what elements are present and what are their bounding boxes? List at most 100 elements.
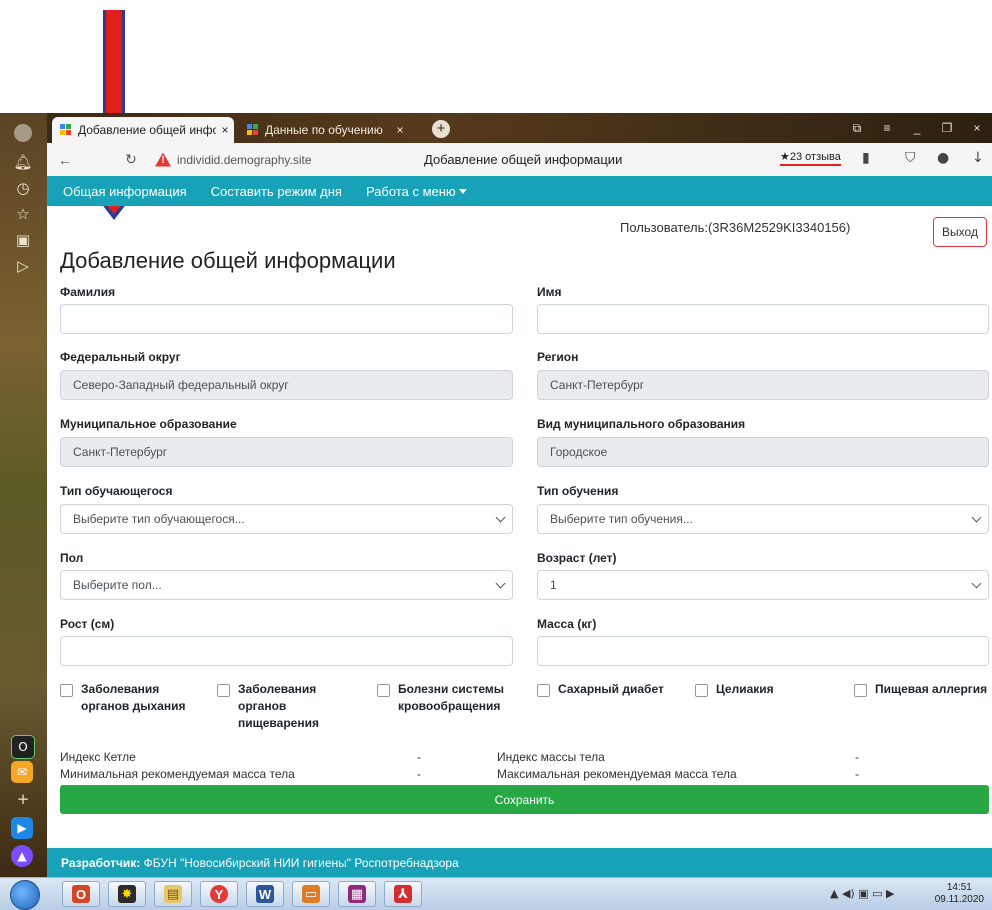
ketle-index-label: Индекс Кетле bbox=[60, 750, 136, 764]
save-button[interactable]: Сохранить bbox=[60, 785, 989, 814]
bookmarks-star-icon[interactable]: ☆ bbox=[11, 202, 35, 226]
taskbar-presentation-icon[interactable]: ▭ bbox=[292, 881, 330, 907]
checkbox-square[interactable] bbox=[695, 684, 708, 697]
site-favicon-icon bbox=[247, 124, 259, 136]
chevron-down-icon bbox=[971, 512, 982, 523]
tab-general-info[interactable]: Добавление общей инфор × bbox=[52, 117, 234, 143]
alice-voice-icon[interactable]: ▲ bbox=[11, 845, 33, 867]
address-bar: ← ↻ ! individid.demography.site Добавлен… bbox=[47, 143, 992, 177]
municipality-type-label: Вид муниципального образования bbox=[537, 417, 746, 431]
taskbar-explorer-icon[interactable]: ▤ bbox=[154, 881, 192, 907]
taskbar-archiver-icon[interactable]: ▦ bbox=[338, 881, 376, 907]
reload-icon[interactable]: ↻ bbox=[117, 151, 145, 168]
disease-checkbox-respiratory[interactable]: Заболевания органов дыхания bbox=[60, 681, 185, 715]
messenger-app-icon[interactable]: ▶ bbox=[11, 817, 33, 839]
checkbox-square[interactable] bbox=[217, 684, 230, 697]
nav-general-info[interactable]: Общая информация bbox=[63, 184, 187, 199]
collections-icon[interactable]: ▣ bbox=[11, 228, 35, 252]
nav-menu-work[interactable]: Работа с меню bbox=[366, 184, 467, 199]
tab-close-icon[interactable]: × bbox=[216, 123, 234, 137]
student-type-select[interactable]: Выберите тип обучающегося... bbox=[60, 504, 513, 534]
mail-app-icon[interactable]: ✉ bbox=[11, 761, 33, 783]
checkbox-square[interactable] bbox=[854, 684, 867, 697]
clock-time: 14:51 bbox=[946, 882, 972, 893]
checkbox-square[interactable] bbox=[377, 684, 390, 697]
tab-label: Данные по обучению bbox=[265, 123, 383, 137]
checkbox-label-line: органов bbox=[238, 699, 287, 713]
checkbox-label-line: Болезни системы bbox=[398, 682, 504, 696]
taskbar-yandex-browser-icon[interactable]: Y bbox=[200, 881, 238, 907]
protect-icon[interactable]: ⛉ bbox=[905, 150, 916, 166]
system-tray-icons[interactable]: ▲ ◀) ▣ ▭ ▶ bbox=[830, 887, 894, 900]
close-window-button[interactable]: × bbox=[962, 121, 992, 135]
region-label: Регион bbox=[537, 350, 579, 364]
chevron-down-icon bbox=[495, 512, 506, 523]
downloads-icon[interactable]: ↓ bbox=[972, 150, 984, 166]
checkbox-square[interactable] bbox=[537, 684, 550, 697]
profile-avatar-icon[interactable] bbox=[11, 121, 35, 145]
taskbar-outlook-icon[interactable]: O bbox=[62, 881, 100, 907]
taskbar-pdf-icon[interactable]: ⅄ bbox=[384, 881, 422, 907]
disease-checkbox-diabetes[interactable]: Сахарный диабет bbox=[537, 681, 664, 698]
surname-input[interactable] bbox=[60, 304, 513, 334]
add-app-icon[interactable]: + bbox=[11, 787, 35, 811]
bookmark-icon[interactable]: ▮ bbox=[862, 150, 870, 166]
minimize-button[interactable]: _ bbox=[902, 121, 932, 135]
extension-icon[interactable]: ● bbox=[937, 150, 949, 166]
notifications-bell-icon[interactable]: 🔔︎ bbox=[11, 150, 35, 174]
page-title: Добавление общей информации bbox=[60, 248, 396, 273]
max-mass-label: Максимальная рекомендуемая масса тела bbox=[497, 767, 737, 781]
history-clock-icon[interactable]: ◷ bbox=[11, 176, 35, 200]
name-input[interactable] bbox=[537, 304, 989, 334]
federal-district-field: Северо-Западный федеральный округ bbox=[60, 370, 513, 400]
back-arrow-icon[interactable]: ← bbox=[51, 152, 79, 168]
tab-study-data[interactable]: Данные по обучению × bbox=[239, 117, 409, 143]
system-clock[interactable]: 14:51 09.11.2020 bbox=[935, 882, 984, 906]
region-field: Санкт-Петербург bbox=[537, 370, 989, 400]
municipality-field: Санкт-Петербург bbox=[60, 437, 513, 467]
insecure-warning-icon[interactable]: ! bbox=[155, 152, 171, 167]
user-id: Пользователь:(3R36M2529KI3340156) bbox=[620, 220, 851, 235]
media-play-icon[interactable]: ▷ bbox=[11, 254, 35, 278]
site-favicon-icon bbox=[60, 124, 72, 136]
disease-checkbox-digestive[interactable]: Заболевания органов пищеварения bbox=[217, 681, 319, 732]
disease-checkbox-circulatory[interactable]: Болезни системы кровообращения bbox=[377, 681, 504, 715]
ketle-index-value: - bbox=[417, 750, 421, 764]
browser-tab-bar: Добавление общей инфор × Данные по обуче… bbox=[47, 113, 992, 143]
menu-icon[interactable]: ≡ bbox=[872, 121, 902, 135]
reviews-badge[interactable]: ★23 отзыва bbox=[780, 150, 841, 166]
disease-checkbox-food-allergy[interactable]: Пищевая аллергия bbox=[854, 681, 987, 698]
taskbar-word-icon[interactable]: W bbox=[246, 881, 284, 907]
checkbox-square[interactable] bbox=[60, 684, 73, 697]
restore-button[interactable]: ❐ bbox=[932, 121, 962, 135]
age-value: 1 bbox=[550, 578, 557, 592]
checkbox-label-line: Заболевания bbox=[238, 682, 317, 696]
site-footer: Разработчик: ФБУН "Новосибирский НИИ гиг… bbox=[47, 848, 992, 877]
sex-value: Выберите пол... bbox=[73, 578, 162, 592]
age-select[interactable]: 1 bbox=[537, 570, 989, 600]
disease-checkbox-celiac[interactable]: Целиакия bbox=[695, 681, 774, 698]
name-label: Имя bbox=[537, 285, 562, 299]
footer-developer-text: ФБУН "Новосибирский НИИ гигиены" Роспотр… bbox=[140, 855, 459, 870]
taskbar-paint-icon[interactable]: ✸ bbox=[108, 881, 146, 907]
start-button[interactable] bbox=[10, 880, 40, 910]
study-type-select[interactable]: Выберите тип обучения... bbox=[537, 504, 989, 534]
student-type-value: Выберите тип обучающегося... bbox=[73, 512, 245, 526]
checkbox-label-line: Целиакия bbox=[716, 682, 774, 696]
browser-sidebar: 🔔︎ ◷ ☆ ▣ ▷ O ✉ + ▶ ▲ bbox=[0, 113, 47, 877]
windows-taskbar: O ✸ ▤ Y W ▭ ▦ ⅄ ▲ ◀) ▣ ▭ ▶ 14:51 09.11.2… bbox=[0, 877, 992, 910]
tab-close-icon[interactable]: × bbox=[391, 123, 409, 137]
checkbox-label-line: Пищевая аллергия bbox=[875, 682, 988, 696]
height-input[interactable] bbox=[60, 636, 513, 666]
url-domain[interactable]: individid.demography.site bbox=[177, 153, 312, 167]
alice-app-icon[interactable]: O bbox=[11, 735, 35, 759]
address-page-title: Добавление общей информации bbox=[424, 152, 623, 167]
new-tab-button[interactable]: + bbox=[432, 120, 450, 138]
study-type-label: Тип обучения bbox=[537, 484, 619, 498]
nav-day-schedule[interactable]: Составить режим дня bbox=[211, 184, 342, 199]
logout-button[interactable]: Выход bbox=[933, 217, 987, 247]
footer-developer-prefix: Разработчик: bbox=[61, 855, 141, 870]
weight-input[interactable] bbox=[537, 636, 989, 666]
tab-manager-icon[interactable]: ⧉ bbox=[842, 121, 872, 136]
sex-select[interactable]: Выберите пол... bbox=[60, 570, 513, 600]
